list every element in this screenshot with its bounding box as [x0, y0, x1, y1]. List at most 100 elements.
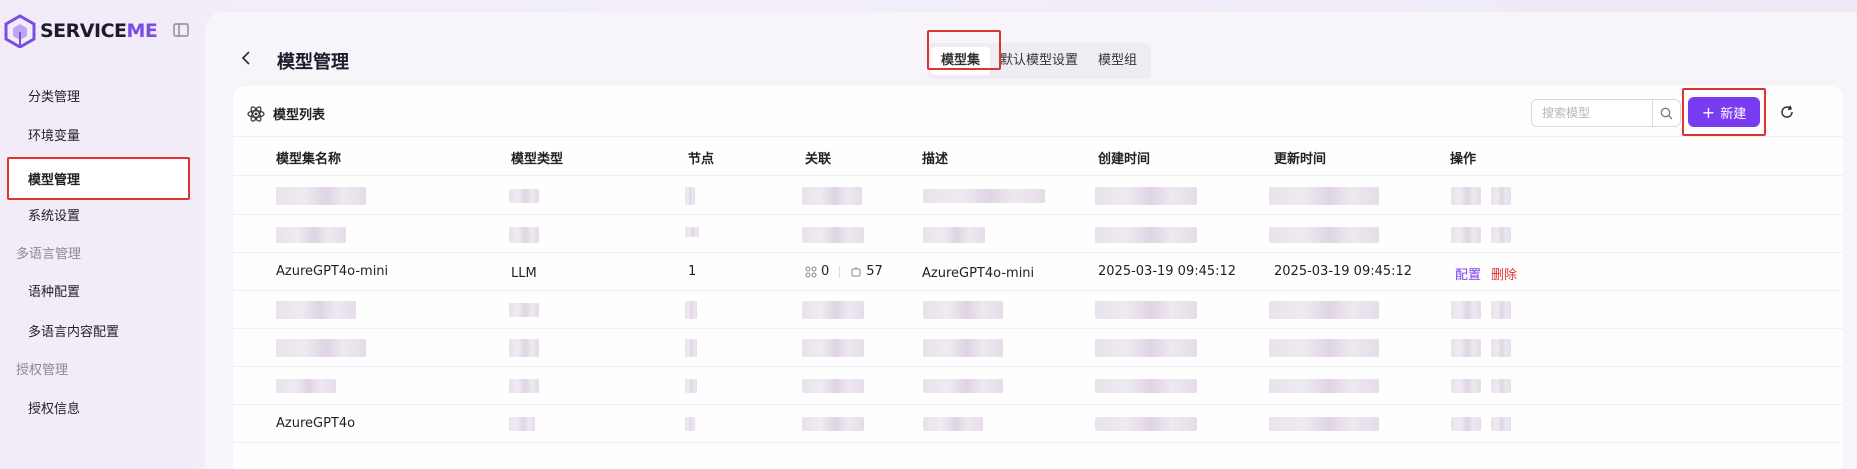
main-panel: 模型管理 模型集 默认模型设置 模型组 模型列表 搜索模型 + 新建 模型集名称…	[205, 12, 1857, 469]
card-title: 模型列表	[273, 108, 326, 123]
relation-divider	[839, 265, 841, 278]
new-model-button[interactable]: + 新建	[1688, 97, 1760, 127]
cell-type: LLM	[511, 266, 537, 281]
page-title: 模型管理	[277, 52, 349, 73]
logo-cube-icon	[4, 14, 36, 48]
redacted-block	[276, 339, 366, 357]
sidebar-collapse-icon[interactable]	[173, 23, 189, 37]
redacted-block	[1451, 187, 1481, 205]
table-header: 模型集名称 模型类型 节点 关联 描述 创建时间 更新时间 操作	[233, 136, 1843, 176]
redacted-block	[685, 301, 697, 319]
sidebar-item-language-config[interactable]: 语种配置	[28, 283, 80, 303]
search-input[interactable]	[1532, 100, 1652, 126]
sidebar-item-system-settings[interactable]: 系统设置	[28, 207, 80, 227]
sidebar-item-label: 模型管理	[28, 173, 81, 188]
redacted-block	[1491, 417, 1511, 431]
cell-created: 2025-03-19 09:45:12	[1098, 264, 1237, 279]
table-row-redacted[interactable]	[233, 215, 1843, 253]
config-link[interactable]: 配置	[1455, 264, 1481, 283]
redacted-block	[1095, 339, 1197, 357]
redacted-block	[1451, 379, 1481, 393]
redacted-block	[1491, 227, 1511, 243]
redacted-block	[685, 417, 695, 431]
column-header-name[interactable]: 模型集名称	[276, 148, 341, 167]
redacted-block	[509, 379, 539, 393]
redacted-block	[1269, 417, 1379, 431]
model-list-card: 模型列表 + 新建 模型集名称 模型类型 节点 关联 描述	[233, 86, 1843, 469]
redacted-block	[1491, 187, 1511, 205]
column-header-relation[interactable]: 关联	[805, 148, 831, 167]
redacted-block	[1451, 417, 1481, 431]
redacted-block	[802, 417, 864, 431]
column-header-created[interactable]: 创建时间	[1098, 148, 1150, 167]
back-chevron-icon[interactable]	[239, 49, 253, 67]
new-button-label: 新建	[1720, 106, 1747, 122]
redacted-block	[923, 379, 1003, 393]
redacted-block	[276, 227, 346, 243]
redacted-block	[276, 301, 356, 319]
redacted-block	[1095, 417, 1197, 431]
cell-nodes: 1	[688, 264, 697, 279]
redacted-block	[923, 417, 983, 431]
redacted-block	[1095, 301, 1197, 319]
redacted-block	[1269, 301, 1379, 319]
sidebar-item-multilang-content[interactable]: 多语言内容配置	[28, 323, 119, 343]
redacted-block	[923, 189, 1045, 203]
sidebar-item-auth-info[interactable]: 授权信息	[28, 400, 80, 420]
redacted-block	[1095, 187, 1197, 205]
redacted-block	[509, 227, 539, 243]
cell-relation: 0 57	[805, 264, 883, 279]
tab-highlight-box	[927, 30, 1001, 70]
robot-icon	[851, 266, 861, 276]
table-row-redacted[interactable]	[233, 291, 1843, 329]
redacted-block	[923, 301, 1003, 319]
redacted-block	[1451, 339, 1481, 357]
table-row-redacted[interactable]	[233, 367, 1843, 405]
redacted-block	[1095, 227, 1197, 243]
redacted-block	[685, 339, 697, 357]
redacted-block	[923, 227, 985, 243]
cell-updated: 2025-03-19 09:45:12	[1274, 264, 1413, 279]
plus-icon: +	[1701, 102, 1716, 122]
table-row[interactable]: AzureGPT4o-mini LLM 1 0 57 AzureGPT4o-mi…	[233, 253, 1843, 291]
redacted-block	[509, 417, 535, 431]
logo[interactable]: SERVICEME	[4, 12, 158, 50]
cell-name: AzureGPT4o	[276, 416, 356, 431]
sidebar-item-model-management[interactable]: 模型管理	[7, 157, 190, 200]
redacted-block	[1269, 379, 1379, 393]
cell-description: AzureGPT4o-mini	[922, 266, 1035, 281]
redacted-block	[685, 227, 699, 237]
redacted-block	[1491, 301, 1511, 319]
table-row[interactable]: AzureGPT4o	[233, 405, 1843, 443]
redacted-block	[685, 187, 695, 205]
search-box	[1531, 99, 1681, 127]
sidebar-group-auth: 授权管理	[16, 363, 69, 378]
delete-link[interactable]: 删除	[1491, 264, 1517, 283]
redacted-block	[1451, 301, 1481, 319]
cell-name: AzureGPT4o-mini	[276, 264, 389, 279]
search-button[interactable]	[1652, 100, 1680, 126]
column-header-updated[interactable]: 更新时间	[1274, 148, 1326, 167]
redacted-block	[276, 379, 336, 393]
redacted-block	[802, 339, 864, 357]
column-header-nodes[interactable]: 节点	[688, 148, 714, 167]
column-header-type[interactable]: 模型类型	[511, 148, 563, 167]
refresh-icon[interactable]	[1779, 104, 1795, 120]
redacted-block	[1269, 227, 1379, 243]
tab-model-group[interactable]: 模型组	[1088, 47, 1147, 75]
redacted-block	[1269, 339, 1379, 357]
sidebar-item-category[interactable]: 分类管理	[28, 88, 80, 108]
card-header: 模型列表	[247, 104, 325, 123]
column-header-description[interactable]: 描述	[922, 148, 948, 167]
redacted-block	[509, 189, 539, 203]
redacted-block	[1491, 379, 1511, 393]
table-row-redacted[interactable]	[233, 329, 1843, 367]
redacted-block	[1491, 339, 1511, 357]
sidebar-item-env-vars[interactable]: 环境变量	[28, 127, 80, 147]
table-row-redacted[interactable]	[233, 177, 1843, 215]
tab-default-model-settings[interactable]: 默认模型设置	[990, 47, 1088, 75]
relation-count-a: 0	[821, 264, 830, 279]
logo-text: SERVICEME	[40, 20, 158, 42]
redacted-block	[1451, 227, 1481, 243]
sidebar: SERVICEME 分类管理 环境变量 模型管理 系统设置 多语言管理 语种配置…	[0, 0, 205, 469]
